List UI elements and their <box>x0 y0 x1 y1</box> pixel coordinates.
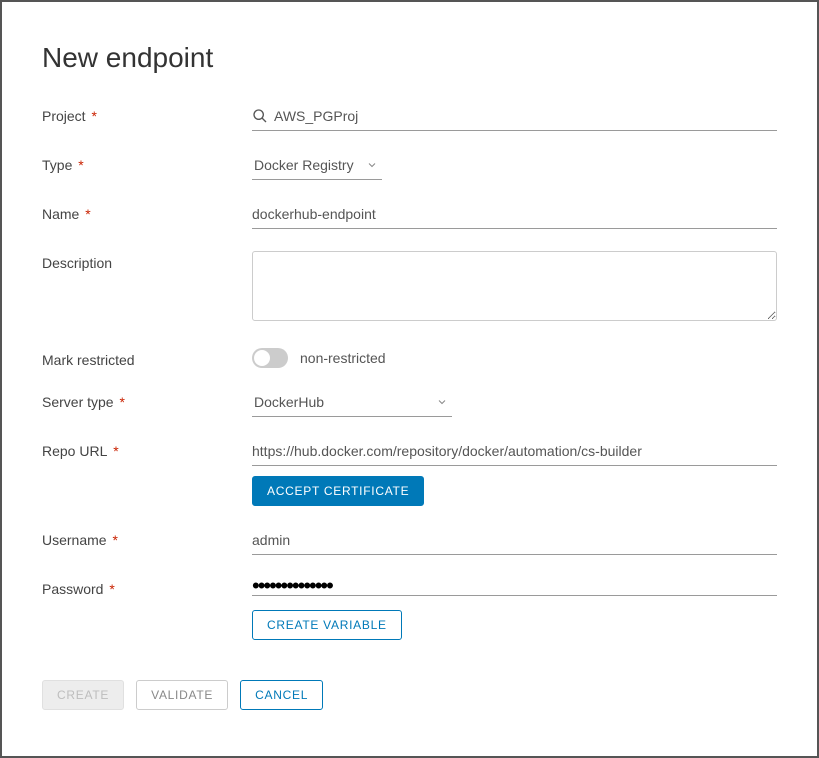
required-marker: * <box>88 108 97 124</box>
required-marker: * <box>105 581 114 597</box>
footer-actions: CREATE VALIDATE CANCEL <box>42 680 777 710</box>
description-textarea[interactable] <box>252 251 777 321</box>
label-username: Username * <box>42 528 252 548</box>
required-marker: * <box>109 532 118 548</box>
required-marker: * <box>81 206 90 222</box>
type-select[interactable]: Docker Registry <box>252 153 382 180</box>
name-input[interactable] <box>252 202 777 229</box>
required-marker: * <box>116 394 125 410</box>
repo-url-input[interactable] <box>252 439 777 466</box>
create-variable-button[interactable]: CREATE VARIABLE <box>252 610 402 640</box>
toggle-knob <box>254 350 270 366</box>
password-input[interactable]: •••••••••••••• <box>252 577 777 596</box>
label-project: Project * <box>42 104 252 124</box>
label-name: Name * <box>42 202 252 222</box>
cancel-button[interactable]: CANCEL <box>240 680 323 710</box>
page-title: New endpoint <box>42 42 777 74</box>
server-type-select[interactable]: DockerHub <box>252 390 452 417</box>
required-marker: * <box>109 443 118 459</box>
label-type: Type * <box>42 153 252 173</box>
label-description: Description <box>42 251 252 271</box>
username-input[interactable] <box>252 528 777 555</box>
create-button[interactable]: CREATE <box>42 680 124 710</box>
label-server-type: Server type * <box>42 390 252 410</box>
label-mark-restricted: Mark restricted <box>42 348 252 368</box>
label-repo-url: Repo URL * <box>42 439 252 459</box>
project-input[interactable] <box>252 104 777 131</box>
restricted-state-label: non-restricted <box>300 350 386 366</box>
validate-button[interactable]: VALIDATE <box>136 680 228 710</box>
restricted-toggle[interactable] <box>252 348 288 368</box>
search-icon <box>252 108 268 124</box>
accept-certificate-button[interactable]: ACCEPT CERTIFICATE <box>252 476 424 506</box>
label-password: Password * <box>42 577 252 597</box>
required-marker: * <box>74 157 83 173</box>
